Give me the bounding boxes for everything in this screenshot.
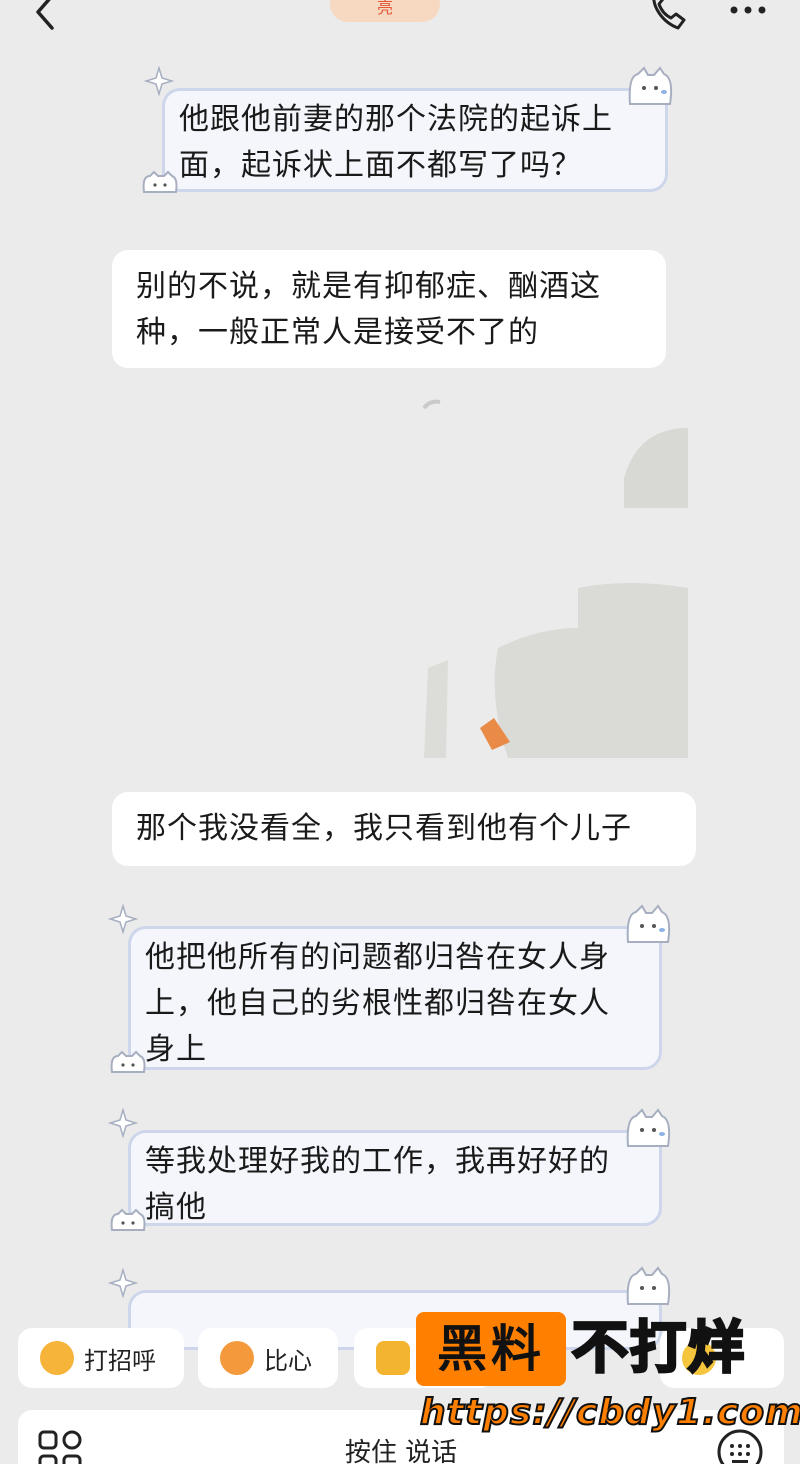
top-bar: 亮 <box>0 0 800 52</box>
bubble-cat-icon <box>626 904 671 943</box>
quick-reply-label: 比心 <box>264 1346 312 1375</box>
bubble-sparkle-icon <box>108 1108 138 1138</box>
message-bubble[interactable]: 他把他所有的问题都归咎在女人身 上，他自己的劣根性都归咎在女人 身上 <box>128 926 662 1070</box>
bubble-sparkle-icon <box>108 1268 138 1298</box>
quick-reply-greet[interactable]: 打招呼 <box>18 1328 184 1388</box>
message-bubble[interactable]: 他跟他前妻的那个法院的起诉上 面，起诉状上面不都写了吗？ <box>162 88 668 192</box>
message-line: 面，起诉状上面不都写了吗？ <box>179 148 582 183</box>
bubble-cat-icon <box>626 1108 671 1147</box>
heart-hands-emoji-icon <box>220 1341 254 1375</box>
message-bubble[interactable]: 等我处理好我的工作，我再好好的 搞他 <box>128 1130 662 1226</box>
watermark-url: https://cbdy1.com <box>419 1391 800 1434</box>
message-line: 他把他所有的问题都归咎在女人身 <box>145 940 610 975</box>
bubble-cat-icon <box>142 170 178 193</box>
bubble-cat-icon <box>110 1208 146 1231</box>
chat-title: 亮 <box>330 0 440 22</box>
phone-call-icon[interactable] <box>648 0 692 32</box>
quick-reply-heart[interactable]: 比心 <box>198 1328 338 1388</box>
message-line: 种，一般正常人是接受不了的 <box>136 315 539 350</box>
thumbs-up-emoji-icon <box>376 1341 410 1375</box>
message-line: 上，他自己的劣根性都归咎在女人 <box>145 986 610 1021</box>
bubble-cat-icon <box>626 1266 671 1305</box>
bubble-cat-icon <box>628 66 673 105</box>
more-options-icon[interactable] <box>728 2 768 22</box>
message-line: 别的不说，就是有抑郁症、酗酒这 <box>136 269 601 304</box>
watermark-text: 不打烊 <box>571 1315 746 1383</box>
wave-emoji-icon <box>40 1341 74 1375</box>
message-line: 搞他 <box>145 1190 207 1225</box>
bubble-sparkle-icon <box>108 904 138 934</box>
message-bubble[interactable]: 别的不说，就是有抑郁症、酗酒这 种，一般正常人是接受不了的 <box>112 250 666 368</box>
message-line: 那个我没看全，我只看到他有个儿子 <box>136 811 632 846</box>
back-arrow-icon[interactable] <box>28 0 68 40</box>
message-line: 他跟他前妻的那个法院的起诉上 <box>179 102 613 137</box>
bubble-cat-icon <box>110 1050 146 1073</box>
hold-to-talk-button[interactable]: 按住 说话 <box>18 1432 784 1464</box>
quick-reply-label: 打招呼 <box>84 1346 156 1375</box>
message-bubble[interactable]: 那个我没看全，我只看到他有个儿子 <box>112 792 696 866</box>
message-line: 身上 <box>145 1032 207 1067</box>
keyboard-icon[interactable] <box>716 1428 764 1464</box>
message-line: 等我处理好我的工作，我再好好的 <box>145 1144 610 1179</box>
photo-message[interactable] <box>418 398 688 758</box>
bubble-sparkle-icon <box>144 66 174 96</box>
watermark-logo: 黑料 <box>416 1312 566 1386</box>
